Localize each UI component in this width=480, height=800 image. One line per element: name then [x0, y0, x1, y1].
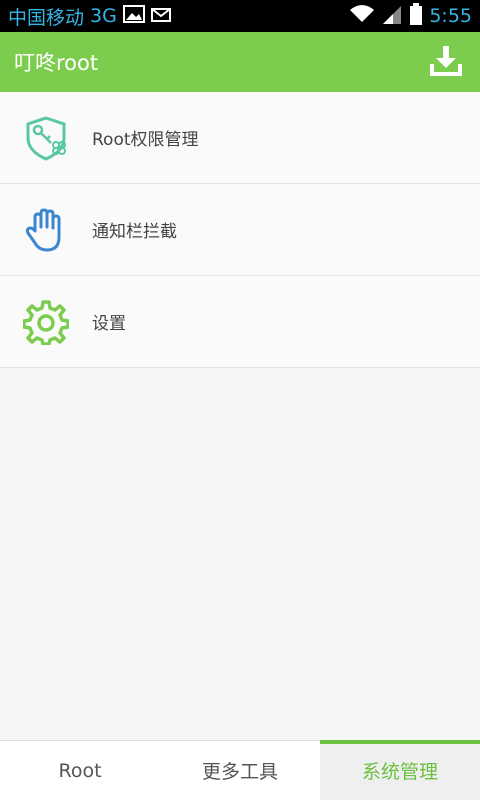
- menu-item-label: Root权限管理: [92, 130, 199, 150]
- shield-key-icon: [22, 114, 70, 162]
- signal-icon: [381, 4, 403, 29]
- battery-icon: [409, 2, 423, 30]
- wifi-icon: [349, 4, 375, 29]
- app-bar: 叮咚root: [0, 32, 480, 92]
- tab-root[interactable]: Root: [0, 741, 160, 800]
- gallery-icon: [122, 4, 145, 28]
- bottom-nav: Root 更多工具 系统管理: [0, 740, 480, 800]
- menu-list: Root权限管理 通知栏拦截 设置: [0, 92, 480, 368]
- app-title: 叮咚root: [14, 51, 99, 75]
- clock: 5:55: [429, 5, 472, 27]
- carrier-label: 中国移动: [8, 6, 85, 29]
- menu-item-settings[interactable]: 设置: [0, 276, 480, 368]
- tab-more-tools[interactable]: 更多工具: [160, 741, 320, 800]
- mail-icon: [150, 5, 171, 27]
- download-button[interactable]: [426, 42, 466, 82]
- menu-item-label: 设置: [92, 314, 126, 334]
- hand-icon: [22, 206, 70, 254]
- menu-item-root-permission[interactable]: Root权限管理: [0, 92, 480, 184]
- tab-system-management[interactable]: 系统管理: [320, 740, 480, 800]
- network-label: 3G: [90, 5, 117, 27]
- gear-icon: [22, 298, 70, 346]
- menu-item-label: 通知栏拦截: [92, 222, 177, 242]
- download-icon: [430, 44, 462, 80]
- status-bar: 中国移动 3G 5:55: [0, 0, 480, 32]
- menu-item-notification-block[interactable]: 通知栏拦截: [0, 184, 480, 276]
